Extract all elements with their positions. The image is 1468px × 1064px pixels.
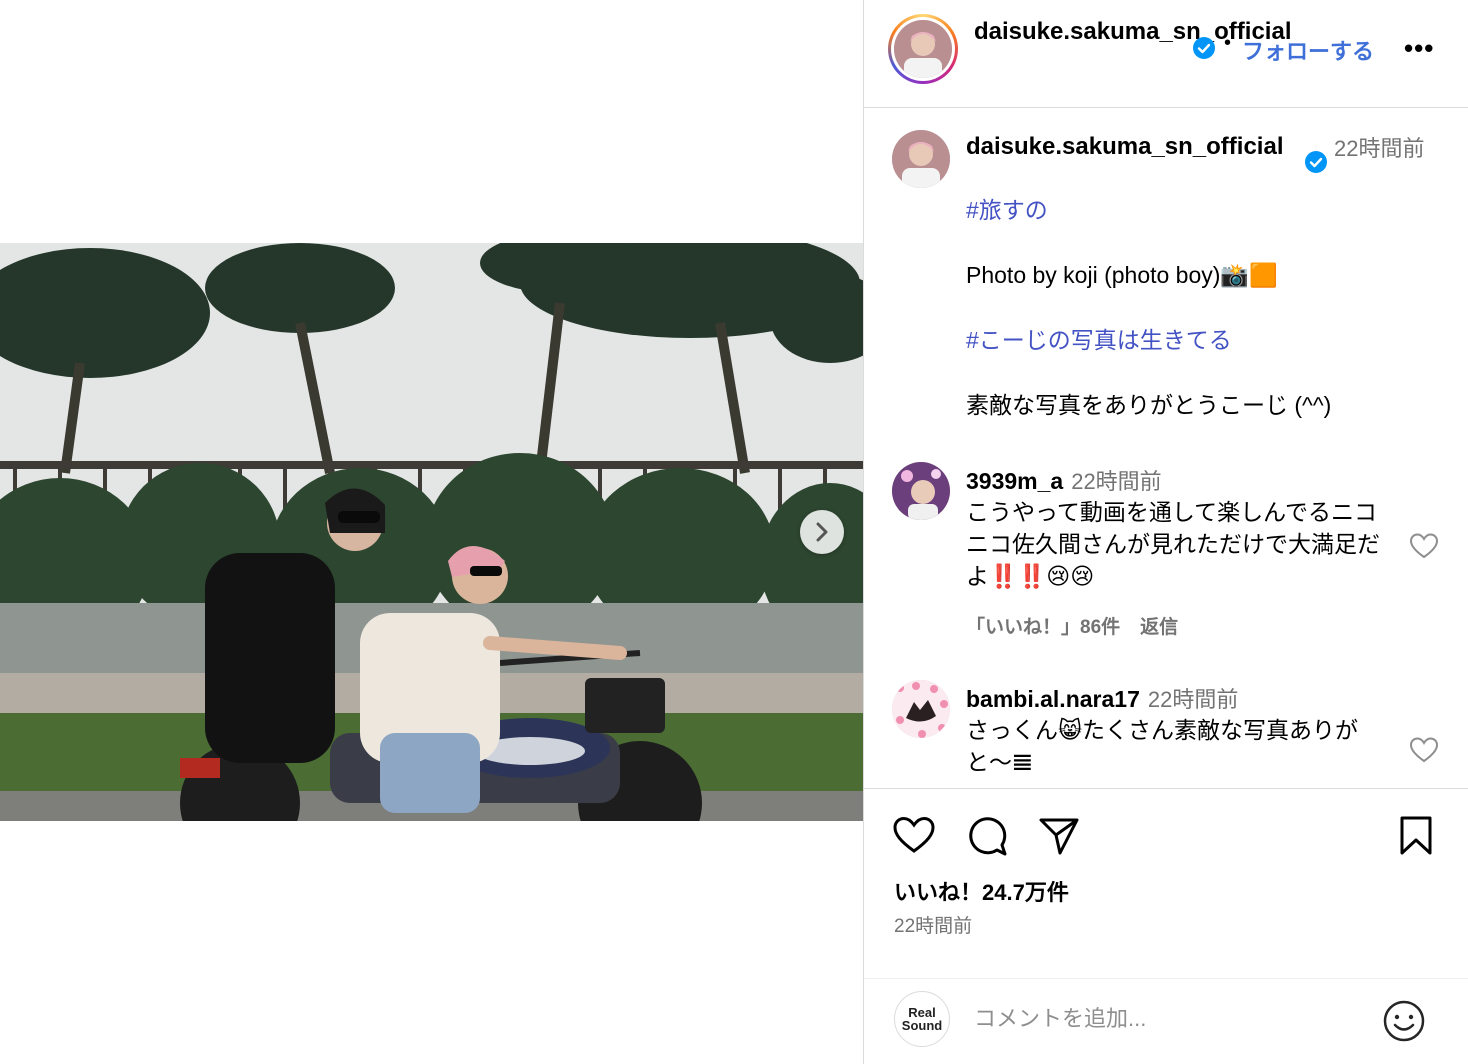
caption-time[interactable]: 22時間前 xyxy=(1334,132,1434,165)
commenter-name[interactable]: 3939m_a xyxy=(966,468,1063,494)
add-comment-bar: Real Sound xyxy=(864,978,1468,1064)
caption-avatar[interactable] xyxy=(892,130,950,188)
chevron-right-icon xyxy=(816,522,828,542)
commenter-username[interactable]: bambi.al.nara17 22時間前 xyxy=(966,682,1238,714)
caption-username[interactable]: daisuke.sakuma_sn_official xyxy=(966,130,1306,163)
comment-meta: 「いいね！」86件 返信 xyxy=(966,612,1198,639)
caption-hashtag[interactable]: #旅すの xyxy=(966,194,1436,226)
comment-input[interactable] xyxy=(974,1001,1354,1037)
post-photo-image xyxy=(0,243,863,821)
viewer-avatar-logo[interactable]: Real Sound xyxy=(894,991,950,1047)
post-details-panel: daisuke.sakuma_sn_official • フォローする ••• … xyxy=(863,0,1468,1064)
comment-item: 3939m_a 22時間前 こうやって動画を通して楽しんでるニコニコ佐久間さんが見… xyxy=(864,462,1468,638)
comment-item: bambi.al.nara17 22時間前 さっくん😸たくさん素敵な写真ありがと〜… xyxy=(864,680,1468,788)
caption-line: 素敵な写真をありがとうこーじ (^^) xyxy=(966,392,1332,418)
verified-badge-icon xyxy=(1304,150,1328,179)
follow-button[interactable]: フォローする xyxy=(1242,34,1374,66)
heart-icon xyxy=(893,816,935,853)
commenter-avatar[interactable] xyxy=(892,680,950,738)
story-ring[interactable] xyxy=(888,14,958,84)
comment-like-button[interactable] xyxy=(1409,736,1439,769)
bookmark-icon xyxy=(1400,816,1432,855)
caption-line: Photo by koji (photo boy)📸🟧 xyxy=(966,262,1278,288)
comment-bubble-icon xyxy=(969,817,1007,856)
reply-button[interactable]: 返信 xyxy=(1140,617,1178,638)
like-button[interactable] xyxy=(892,815,936,860)
post-media-area xyxy=(0,0,863,1064)
post-actions: いいね！24.7万件 22時間前 xyxy=(864,788,1468,978)
separator-dot: • xyxy=(1224,32,1232,54)
post-time[interactable]: 22時間前 xyxy=(894,911,972,938)
comment-text: こうやって動画を通して楽しんでるニコニコ佐久間さんが見れただけで大満足だよ‼️‼… xyxy=(966,499,1380,589)
commenter-avatar[interactable] xyxy=(892,462,950,520)
post-photo[interactable] xyxy=(0,243,863,821)
caption-hashtag[interactable]: #こーじの写真は生きてる xyxy=(966,324,1436,356)
comment-time[interactable]: 22時間前 xyxy=(1148,687,1238,712)
more-options-icon[interactable]: ••• xyxy=(1404,34,1434,62)
heart-outline-icon xyxy=(1409,737,1439,763)
comment-button[interactable] xyxy=(966,815,1008,862)
comment-like-count[interactable]: 「いいね！」86件 xyxy=(966,617,1120,638)
next-image-button[interactable] xyxy=(800,510,844,554)
share-button[interactable] xyxy=(1038,815,1080,862)
post-header: daisuke.sakuma_sn_official • フォローする ••• xyxy=(864,0,1468,108)
logo-line: Sound xyxy=(901,1018,943,1033)
verified-badge-icon xyxy=(1192,36,1216,65)
caption-text: #旅すの Photo by koji (photo boy)📸🟧 #こーじの写真… xyxy=(966,194,1436,454)
paper-plane-icon xyxy=(1039,818,1079,855)
comments-section[interactable]: daisuke.sakuma_sn_official 22時間前 #旅すの Ph… xyxy=(864,108,1468,788)
like-count[interactable]: いいね！24.7万件 xyxy=(894,875,1069,907)
emoji-button[interactable] xyxy=(1382,999,1426,1048)
header-username[interactable]: daisuke.sakuma_sn_official xyxy=(974,16,1291,48)
comment-like-button[interactable] xyxy=(1409,532,1439,565)
commenter-name[interactable]: bambi.al.nara17 xyxy=(966,686,1140,712)
heart-outline-icon xyxy=(1409,533,1439,559)
commenter-username[interactable]: 3939m_a 22時間前 xyxy=(966,464,1162,496)
author-avatar[interactable] xyxy=(894,20,952,78)
comment-time[interactable]: 22時間前 xyxy=(1071,469,1161,494)
comment-text: さっくん😸たくさん素敵な写真ありがと〜𝌆 xyxy=(966,717,1358,775)
save-button[interactable] xyxy=(1398,815,1434,862)
smiley-face-icon xyxy=(1383,1000,1425,1042)
